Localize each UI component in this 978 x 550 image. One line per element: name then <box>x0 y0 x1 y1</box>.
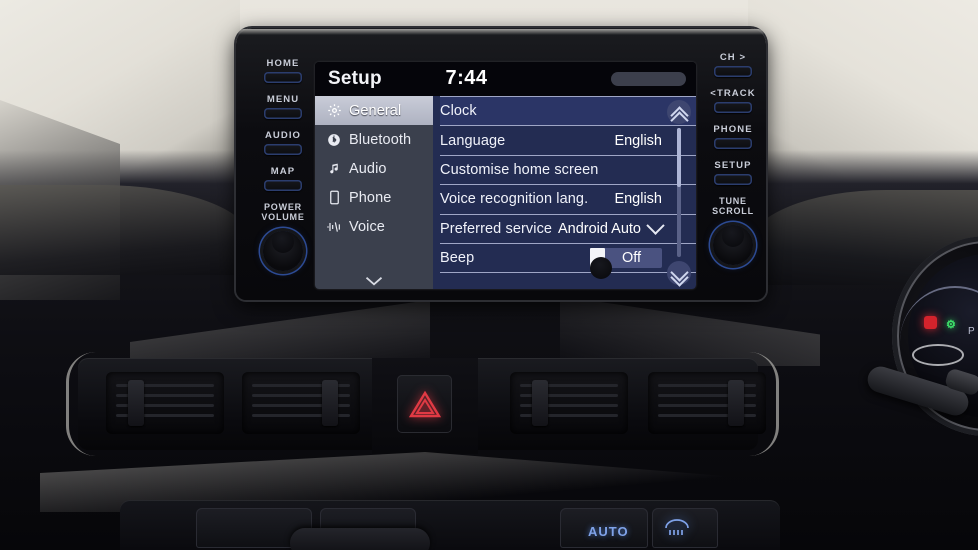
volume-label: VOLUME <box>261 212 305 222</box>
list-item-language-label: Language <box>440 132 506 149</box>
air-vent-2[interactable] <box>242 372 360 434</box>
list-item-beep-label: Beep <box>440 250 475 267</box>
air-vent-3[interactable] <box>510 372 628 434</box>
audio-button[interactable]: AUDIO <box>248 130 318 155</box>
beep-toggle[interactable]: Off <box>590 248 662 269</box>
tune-scroll-knob[interactable] <box>713 225 753 265</box>
power-label: POWER <box>263 202 302 212</box>
air-vent-1[interactable] <box>106 372 224 434</box>
settings-sidebar: General Bluetooth Audio Phone Voice <box>315 96 433 289</box>
sidebar-item-general[interactable]: General <box>315 96 433 125</box>
list-item-language[interactable]: Language English <box>440 126 696 156</box>
list-item-clock-label: Clock <box>440 103 477 120</box>
phone-button-label: PHONE <box>713 124 753 135</box>
menu-button-label: MENU <box>266 94 300 105</box>
map-button-label: MAP <box>270 166 296 177</box>
channel-up-button-key[interactable] <box>714 66 752 77</box>
phone-button[interactable]: PHONE <box>698 124 768 149</box>
setup-button-label: SETUP <box>714 160 752 171</box>
list-item-customise-home-screen[interactable]: Customise home screen <box>440 156 696 186</box>
list-item-voice-recognition-lang[interactable]: Voice recognition lang. English <box>440 185 696 215</box>
sidebar-item-phone-label: Phone <box>349 189 392 206</box>
menu-button-key[interactable] <box>264 108 302 119</box>
voice-wave-icon <box>326 219 342 235</box>
power-volume-knob-label: POWER VOLUME <box>248 202 318 222</box>
music-note-icon <box>326 161 342 177</box>
vent-2-slider[interactable] <box>322 380 338 426</box>
screen-body: General Bluetooth Audio Phone Voice Cloc… <box>315 96 696 289</box>
right-hard-button-column: CH > <TRACK PHONE SETUP TUNE SCROLL <box>698 52 768 265</box>
setup-button-key[interactable] <box>714 174 752 185</box>
scroll-label: SCROLL <box>712 206 754 216</box>
sidebar-item-audio-label: Audio <box>349 160 387 177</box>
sidebar-item-general-label: General <box>349 102 402 119</box>
beep-toggle-state: Off <box>621 250 642 267</box>
chevron-down-icon[interactable] <box>646 216 665 236</box>
auto-climate-label: AUTO <box>588 524 629 539</box>
tune-scroll-knob-label: TUNE SCROLL <box>698 196 768 216</box>
warning-indicator-lamp <box>924 316 937 329</box>
power-volume-knob[interactable] <box>263 231 303 271</box>
track-back-button-label: <TRACK <box>710 88 756 99</box>
list-item-preferred-service-value: Android Auto <box>557 216 665 237</box>
list-item-preferred-service[interactable]: Preferred service Android Auto <box>440 215 696 244</box>
vent-1-slider[interactable] <box>128 380 144 426</box>
phone-button-key[interactable] <box>714 138 752 149</box>
air-vent-4[interactable] <box>648 372 766 434</box>
list-item-language-value: English <box>614 132 662 149</box>
channel-up-button[interactable]: CH > <box>698 52 768 77</box>
left-hard-button-column: HOME MENU AUDIO MAP POWER VOLUME <box>248 58 318 271</box>
setup-button[interactable]: SETUP <box>698 160 768 185</box>
list-item-voice-recognition-lang-label: Voice recognition lang. <box>440 191 589 208</box>
list-item-voice-recognition-lang-value: English <box>614 191 662 208</box>
preferred-service-selected-option: Android Auto <box>557 220 641 237</box>
infotainment-display[interactable]: Setup 7:44 General Bluetooth Audio Phone… <box>315 62 696 289</box>
home-button-label: HOME <box>266 58 300 69</box>
gear-shifter[interactable] <box>290 528 430 550</box>
sidebar-item-voice[interactable]: Voice <box>315 212 433 241</box>
sidebar-item-phone[interactable]: Phone <box>315 183 433 212</box>
vent-3-slider[interactable] <box>532 380 548 426</box>
bluetooth-icon <box>326 132 342 148</box>
chevron-down-icon[interactable] <box>315 275 433 287</box>
status-bar: Setup 7:44 <box>315 62 696 96</box>
scrollbar-thumb[interactable] <box>677 128 681 188</box>
settings-list: Clock Language English Customise home sc… <box>433 96 696 289</box>
sidebar-item-bluetooth-label: Bluetooth <box>349 131 412 148</box>
hazard-warning-button[interactable] <box>397 375 452 433</box>
audio-button-label: AUDIO <box>264 130 302 141</box>
beep-toggle-knob <box>590 248 605 269</box>
gear-icon <box>326 103 342 119</box>
home-button[interactable]: HOME <box>248 58 318 83</box>
scrollbar-track[interactable] <box>677 128 681 257</box>
sidebar-item-audio[interactable]: Audio <box>315 154 433 183</box>
vent-4-slider[interactable] <box>728 380 744 426</box>
menu-button[interactable]: MENU <box>248 94 318 119</box>
list-item-beep[interactable]: Beep Off <box>440 244 696 274</box>
track-back-button-key[interactable] <box>714 102 752 113</box>
hazard-triangle-icon <box>408 390 441 418</box>
status-indicator-pill <box>611 72 686 86</box>
tune-label: TUNE <box>719 196 747 206</box>
sidebar-item-bluetooth[interactable]: Bluetooth <box>315 125 433 154</box>
cluster-green-indicator-1: ⚙ <box>946 319 956 331</box>
phone-icon <box>326 190 342 206</box>
track-back-button[interactable]: <TRACK <box>698 88 768 113</box>
cluster-faint-text: P <box>968 326 975 337</box>
list-item-clock[interactable]: Clock <box>440 96 696 127</box>
home-button-key[interactable] <box>264 72 302 83</box>
map-button[interactable]: MAP <box>248 166 318 191</box>
double-chevron-up-icon[interactable] <box>667 100 691 130</box>
map-button-key[interactable] <box>264 180 302 191</box>
rear-defrost-icon <box>664 518 690 543</box>
dashboard-scene: HOME MENU AUDIO MAP POWER VOLUME CH > <T… <box>0 0 978 550</box>
cluster-oval-gauge <box>912 344 964 366</box>
channel-up-button-label: CH > <box>719 52 747 63</box>
list-scrollbar[interactable] <box>664 96 694 289</box>
double-chevron-down-icon[interactable] <box>667 261 691 287</box>
list-item-preferred-service-label: Preferred service <box>440 220 553 237</box>
list-item-customise-home-screen-label: Customise home screen <box>440 161 599 178</box>
audio-button-key[interactable] <box>264 144 302 155</box>
sidebar-item-voice-label: Voice <box>349 218 385 235</box>
